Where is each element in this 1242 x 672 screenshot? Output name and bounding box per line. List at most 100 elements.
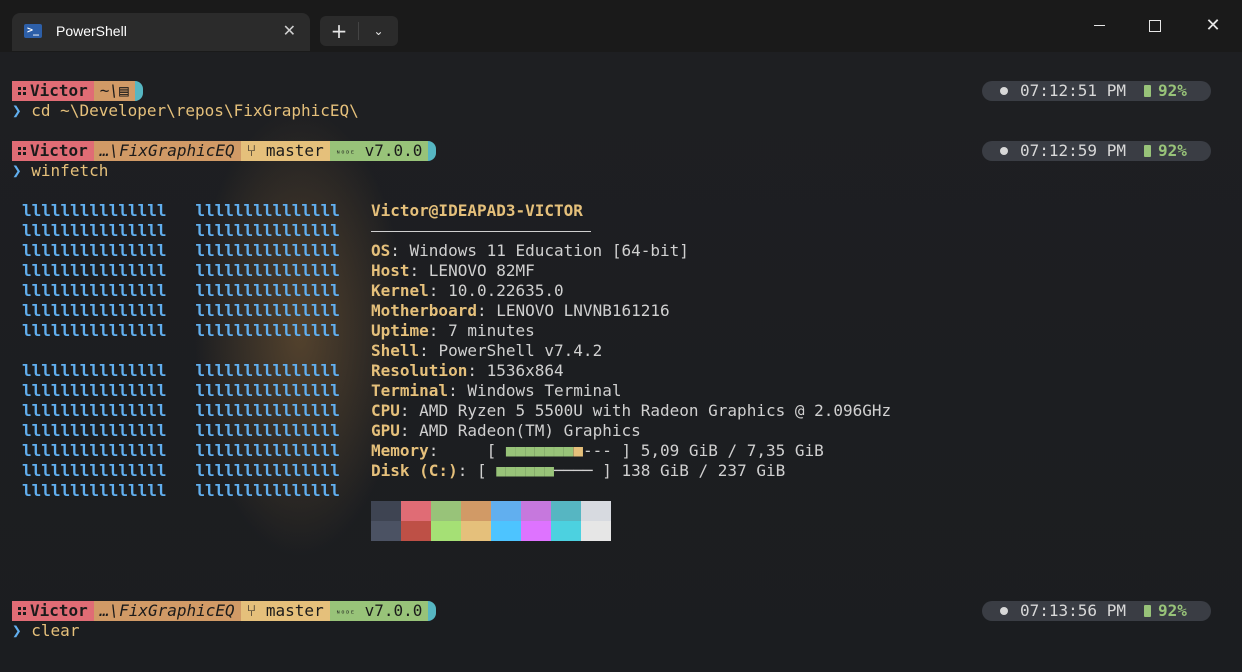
tab-dropdown-button[interactable]: ⌄ [359, 16, 398, 46]
color-swatch [581, 521, 611, 541]
maximize-button[interactable] [1132, 10, 1178, 42]
terminal-content[interactable]: Victor ~\▤ 07:12:51 PM 92% ❯ cd ~\Develo… [0, 52, 1242, 672]
logo-row: lllllllllllllll lllllllllllllll [22, 401, 340, 420]
prompt-git: ⑂ master [240, 601, 330, 621]
minimize-button[interactable] [1077, 10, 1123, 42]
logo-row: lllllllllllllll lllllllllllllll [22, 481, 340, 500]
info-value: Windows 11 Education [64-bit] [409, 241, 689, 260]
tab-title: PowerShell [56, 23, 127, 39]
logo-row: lllllllllllllll lllllllllllllll [22, 441, 340, 460]
prompt-git: ⑂ master [240, 141, 330, 161]
tab-close-icon[interactable]: ✕ [283, 21, 296, 40]
prompt-node: ᴺᴼᴰᴱ v7.0.0 [329, 601, 429, 621]
status-time: 07:12:51 PM [1020, 81, 1126, 100]
status-pill: 07:13:56 PM 92% [982, 601, 1211, 621]
logo-row: lllllllllllllll lllllllllllllll [22, 281, 340, 300]
battery-percent: 92% [1158, 81, 1187, 100]
status-pill: 07:12:51 PM 92% [982, 81, 1211, 101]
info-key: Host [371, 261, 410, 280]
info-key: GPU [371, 421, 400, 440]
memory-bar-mid: ■ [573, 441, 583, 460]
color-swatch [371, 501, 401, 521]
info-key: Terminal [371, 381, 449, 400]
new-tab-button[interactable]: + [320, 16, 358, 46]
close-icon: ✕ [1205, 15, 1221, 36]
prompt-user: Victor [12, 141, 94, 161]
title-bar: >_ PowerShell ✕ + ⌄ ✕ [0, 0, 1242, 52]
clock-icon [1000, 147, 1008, 155]
info-value: PowerShell v7.4.2 [438, 341, 603, 360]
minimize-icon [1094, 25, 1105, 26]
node-icon: ᴺᴼᴰᴱ [335, 609, 355, 618]
prompt-user: Victor [12, 81, 94, 101]
user-label: Victor [30, 141, 88, 160]
prompt-path: ~\▤ [93, 81, 135, 101]
prompt-chevron-icon: ❯ [12, 101, 22, 120]
prompt-chevron-icon: ❯ [12, 621, 22, 640]
memory-bar-used: ■■■■■■■ [505, 441, 574, 460]
tab-powershell[interactable]: >_ PowerShell ✕ [12, 13, 310, 51]
prompt-end-cap [428, 601, 437, 621]
info-key: CPU [371, 401, 400, 420]
color-swatch [551, 501, 581, 521]
info-row: Kernel: 10.0.22635.0 [371, 281, 564, 300]
path-label: …\FixGraphicEQ [99, 141, 235, 160]
prompt-node: ᴺᴼᴰᴱ v7.0.0 [329, 141, 429, 161]
battery-percent: 92% [1158, 141, 1187, 160]
powershell-icon: >_ [24, 24, 42, 38]
info-row: Uptime: 7 minutes [371, 321, 535, 340]
prompt-bar: Victor …\FixGraphicEQ ⑂ master ᴺᴼᴰᴱ v7.0… [12, 601, 437, 621]
git-branch-icon: ⑂ [246, 601, 257, 620]
info-row: OS: Windows 11 Education [64-bit] [371, 241, 689, 260]
status-time: 07:12:59 PM [1020, 141, 1126, 160]
windows-icon [18, 87, 26, 95]
disk-bar-free: ──── [554, 461, 593, 480]
host-title: Victor@IDEAPAD3-VICTOR [371, 201, 583, 220]
prompt-bar: Victor …\FixGraphicEQ ⑂ master ᴺᴼᴰᴱ v7.0… [12, 141, 437, 161]
logo-row: lllllllllllllll lllllllllllllll [22, 321, 340, 340]
color-swatch [461, 501, 491, 521]
color-swatch [371, 521, 401, 541]
memory-row: Memory: [ ■■■■■■■■--- ] 5,09 GiB / 7,35 … [371, 441, 824, 460]
color-swatch [491, 501, 521, 521]
info-row: Host: LENOVO 82MF [371, 261, 535, 280]
color-swatch [491, 521, 521, 541]
prompt-end-cap [428, 141, 437, 161]
info-key: Kernel [371, 281, 429, 300]
logo-row: lllllllllllllll lllllllllllllll [22, 381, 340, 400]
prompt-end-cap [134, 81, 143, 101]
info-row: CPU: AMD Ryzen 5 5500U with Radeon Graph… [371, 401, 892, 420]
file-icon: ▤ [119, 81, 129, 100]
color-swatch [401, 521, 431, 541]
chevron-down-icon: ⌄ [373, 24, 384, 38]
node-version: v7.0.0 [364, 601, 423, 620]
battery-percent: 92% [1158, 601, 1187, 620]
disk-bar-used: ■■■■■■ [496, 461, 555, 480]
command-text: winfetch [31, 161, 109, 180]
terminal-window: >_ PowerShell ✕ + ⌄ ✕ Victor ~\▤ 07:12:5… [0, 0, 1242, 672]
info-row: Terminal: Windows Terminal [371, 381, 622, 400]
user-label: Victor [30, 81, 88, 100]
path-label: ~\ [99, 81, 120, 100]
command-line: ❯ cd ~\Developer\repos\FixGraphicEQ\ [12, 101, 359, 121]
logo-row: lllllllllllllll lllllllllllllll [22, 421, 340, 440]
info-value: AMD Ryzen 5 5500U with Radeon Graphics @… [419, 401, 892, 420]
user-label: Victor [30, 601, 88, 620]
info-value: AMD Radeon(TM) Graphics [419, 421, 641, 440]
info-row: Motherboard: LENOVO LNVNB161216 [371, 301, 670, 320]
color-swatch [521, 521, 551, 541]
maximize-icon [1149, 20, 1161, 32]
clock-icon [1000, 607, 1008, 615]
info-value: LENOVO 82MF [428, 261, 535, 280]
prompt-chevron-icon: ❯ [12, 161, 22, 180]
tab-controls: + ⌄ [320, 16, 398, 46]
command-line: ❯ winfetch [12, 161, 108, 181]
color-swatch [431, 521, 461, 541]
command-text: cd ~\Developer\repos\FixGraphicEQ\ [31, 101, 359, 120]
windows-icon [18, 607, 26, 615]
close-window-button[interactable]: ✕ [1190, 10, 1236, 42]
info-value: 7 minutes [448, 321, 535, 340]
color-swatch [401, 501, 431, 521]
prompt-path: …\FixGraphicEQ [93, 141, 241, 161]
logo-row: lllllllllllllll lllllllllllllll [22, 361, 340, 380]
